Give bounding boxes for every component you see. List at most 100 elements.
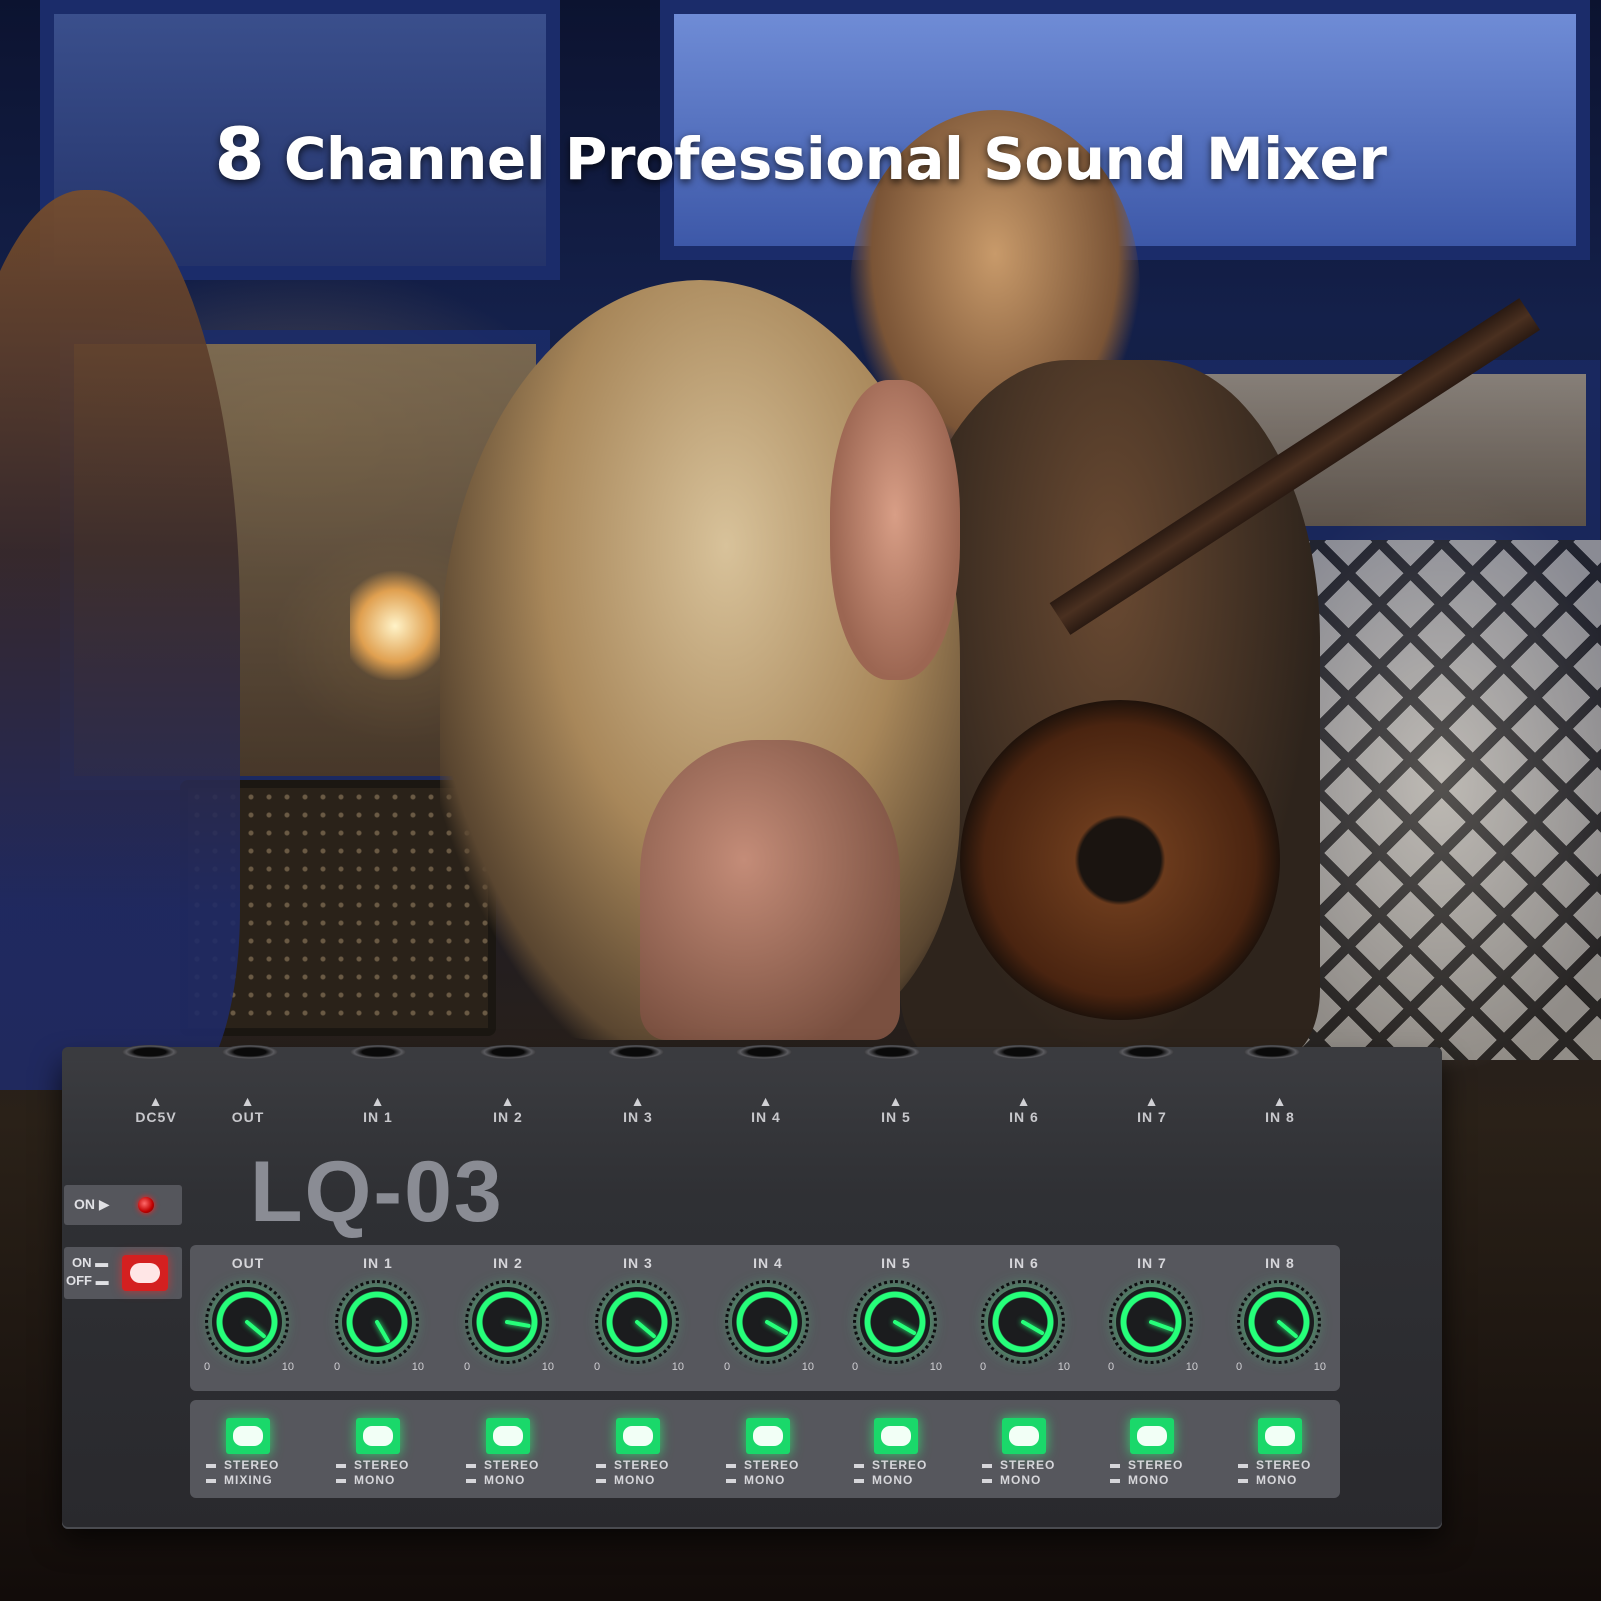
switch-position-icon (982, 1463, 992, 1468)
power-led-icon (138, 1197, 154, 1213)
knob-scale-max: 10 (801, 1361, 814, 1373)
power-indicator: ON ▶ (64, 1185, 182, 1225)
mode-button-cell: STEREO MONO (1216, 1400, 1344, 1498)
channel-knob-cell: IN 4 0 10 (704, 1245, 832, 1391)
volume-knob[interactable] (1237, 1280, 1321, 1364)
audio-jack-8[interactable] (992, 1045, 1048, 1059)
mode-label-text: MONO (744, 1473, 786, 1487)
knob-pointer-icon (244, 1319, 267, 1339)
audio-jack-3[interactable] (350, 1045, 406, 1059)
stereo-mode-button[interactable] (1258, 1418, 1302, 1454)
up-arrow-icon: ▲ (240, 1093, 256, 1109)
audio-jack-10[interactable] (1244, 1045, 1300, 1059)
volume-knob[interactable] (335, 1280, 419, 1364)
up-arrow-icon: ▲ (888, 1093, 904, 1109)
audio-jack-1[interactable] (122, 1045, 178, 1059)
audio-jack-7[interactable] (864, 1045, 920, 1059)
mode-label-text: STEREO (354, 1458, 410, 1472)
switch-position-icon (1110, 1463, 1120, 1468)
stereo-mode-button[interactable] (486, 1418, 530, 1454)
mode-label-text: MONO (1256, 1473, 1298, 1487)
knob-scale-max: 10 (541, 1361, 554, 1373)
volume-knob[interactable] (595, 1280, 679, 1364)
stereo-mode-button[interactable] (874, 1418, 918, 1454)
volume-knob[interactable] (1109, 1280, 1193, 1364)
knob-label: IN 6 (1009, 1255, 1039, 1271)
volume-knob[interactable] (205, 1280, 289, 1364)
stereo-mode-button[interactable] (356, 1418, 400, 1454)
mode-label-text: MONO (354, 1473, 396, 1487)
switch-position-icon (1110, 1478, 1120, 1483)
knob-scale-max: 10 (671, 1361, 684, 1373)
knob-label: IN 4 (753, 1255, 783, 1271)
audio-jack-9[interactable] (1118, 1045, 1174, 1059)
knob-scale-min: 0 (334, 1361, 341, 1373)
electric-guitar (960, 700, 1280, 1020)
knob-scale-max: 10 (281, 1361, 294, 1373)
mode-button-cell: STEREO MONO (832, 1400, 960, 1498)
switch-position-icon (336, 1463, 346, 1468)
headline-text: Channel Professional Sound Mixer (283, 125, 1387, 193)
power-switch-block: ON ▬ OFF ▬ (64, 1247, 182, 1299)
mode-label-stereo: STEREO (854, 1458, 964, 1472)
knob-scale-max: 10 (411, 1361, 424, 1373)
channel-knob-cell: IN 5 0 10 (832, 1245, 960, 1391)
power-button[interactable] (122, 1255, 168, 1291)
switch-position-icon (466, 1478, 476, 1483)
mode-button-panel: STEREO MIXING STEREO MONO STEREO MONO STEREO MO… (190, 1400, 1340, 1498)
mode-label-text: STEREO (224, 1458, 280, 1472)
port-label-text: IN 7 (1137, 1109, 1167, 1125)
audio-jack-4[interactable] (480, 1045, 536, 1059)
volume-knob[interactable] (981, 1280, 1065, 1364)
port-label-text: OUT (231, 1109, 265, 1125)
mode-label-stereo: STEREO (982, 1458, 1092, 1472)
singer-with-microphone (0, 190, 240, 1090)
audio-jack-6[interactable] (736, 1045, 792, 1059)
knob-label: IN 2 (493, 1255, 523, 1271)
port-label: ▲ IN 2 (468, 1093, 548, 1125)
volume-knob[interactable] (465, 1280, 549, 1364)
knob-scale-min: 0 (1108, 1361, 1115, 1373)
switch-position-icon (726, 1478, 736, 1483)
knob-scale-max: 10 (1057, 1361, 1070, 1373)
mode-label-text: STEREO (744, 1458, 800, 1472)
mode-button-cell: STEREO MONO (314, 1400, 442, 1498)
mode-button-cell: STEREO MONO (960, 1400, 1088, 1498)
port-label: ▲ DC5V (116, 1093, 196, 1125)
port-label-text: IN 6 (1009, 1109, 1039, 1125)
port-label: ▲ IN 8 (1240, 1093, 1320, 1125)
channel-knob-cell: IN 6 0 10 (960, 1245, 1088, 1391)
mode-label-text: MIXING (224, 1473, 273, 1487)
knob-scale-max: 10 (1185, 1361, 1198, 1373)
stereo-mode-button[interactable] (1130, 1418, 1174, 1454)
mode-label-alt: MONO (982, 1473, 1092, 1487)
power-on-label: ON ▬ (72, 1255, 109, 1270)
stereo-mode-button[interactable] (746, 1418, 790, 1454)
stereo-mode-button[interactable] (616, 1418, 660, 1454)
knob-pointer-icon (892, 1319, 917, 1336)
channel-count: 8 (214, 112, 265, 196)
port-label-text: IN 2 (493, 1109, 523, 1125)
audio-jack-2[interactable] (222, 1045, 278, 1059)
mode-label-stereo: STEREO (206, 1458, 316, 1472)
port-label-text: DC5V (135, 1109, 177, 1125)
port-label-text: IN 8 (1265, 1109, 1295, 1125)
volume-knob[interactable] (853, 1280, 937, 1364)
mode-button-cell: STEREO MONO (574, 1400, 702, 1498)
mode-label-stereo: STEREO (726, 1458, 836, 1472)
mode-button-cell: STEREO MONO (1088, 1400, 1216, 1498)
stereo-mode-button[interactable] (1002, 1418, 1046, 1454)
channel-knob-cell: IN 8 0 10 (1216, 1245, 1344, 1391)
volume-knob[interactable] (725, 1280, 809, 1364)
product-headline: 8 Channel Professional Sound Mixer (0, 112, 1601, 196)
stereo-mode-button[interactable] (226, 1418, 270, 1454)
mode-label-text: MONO (614, 1473, 656, 1487)
mixer-device: ▲ DC5V ▲ OUT ▲ IN 1 ▲ IN 2 ▲ IN 3 ▲ IN 4 ▲ IN 5 ▲ IN 6 ▲… (62, 1045, 1442, 1529)
up-arrow-icon: ▲ (1016, 1093, 1032, 1109)
laughing-woman-shoulder (640, 740, 900, 1040)
model-number: LQ-03 (250, 1144, 504, 1240)
audio-jack-5[interactable] (608, 1045, 664, 1059)
knob-label: OUT (231, 1255, 265, 1271)
switch-position-icon (854, 1463, 864, 1468)
switch-position-icon (206, 1478, 216, 1483)
